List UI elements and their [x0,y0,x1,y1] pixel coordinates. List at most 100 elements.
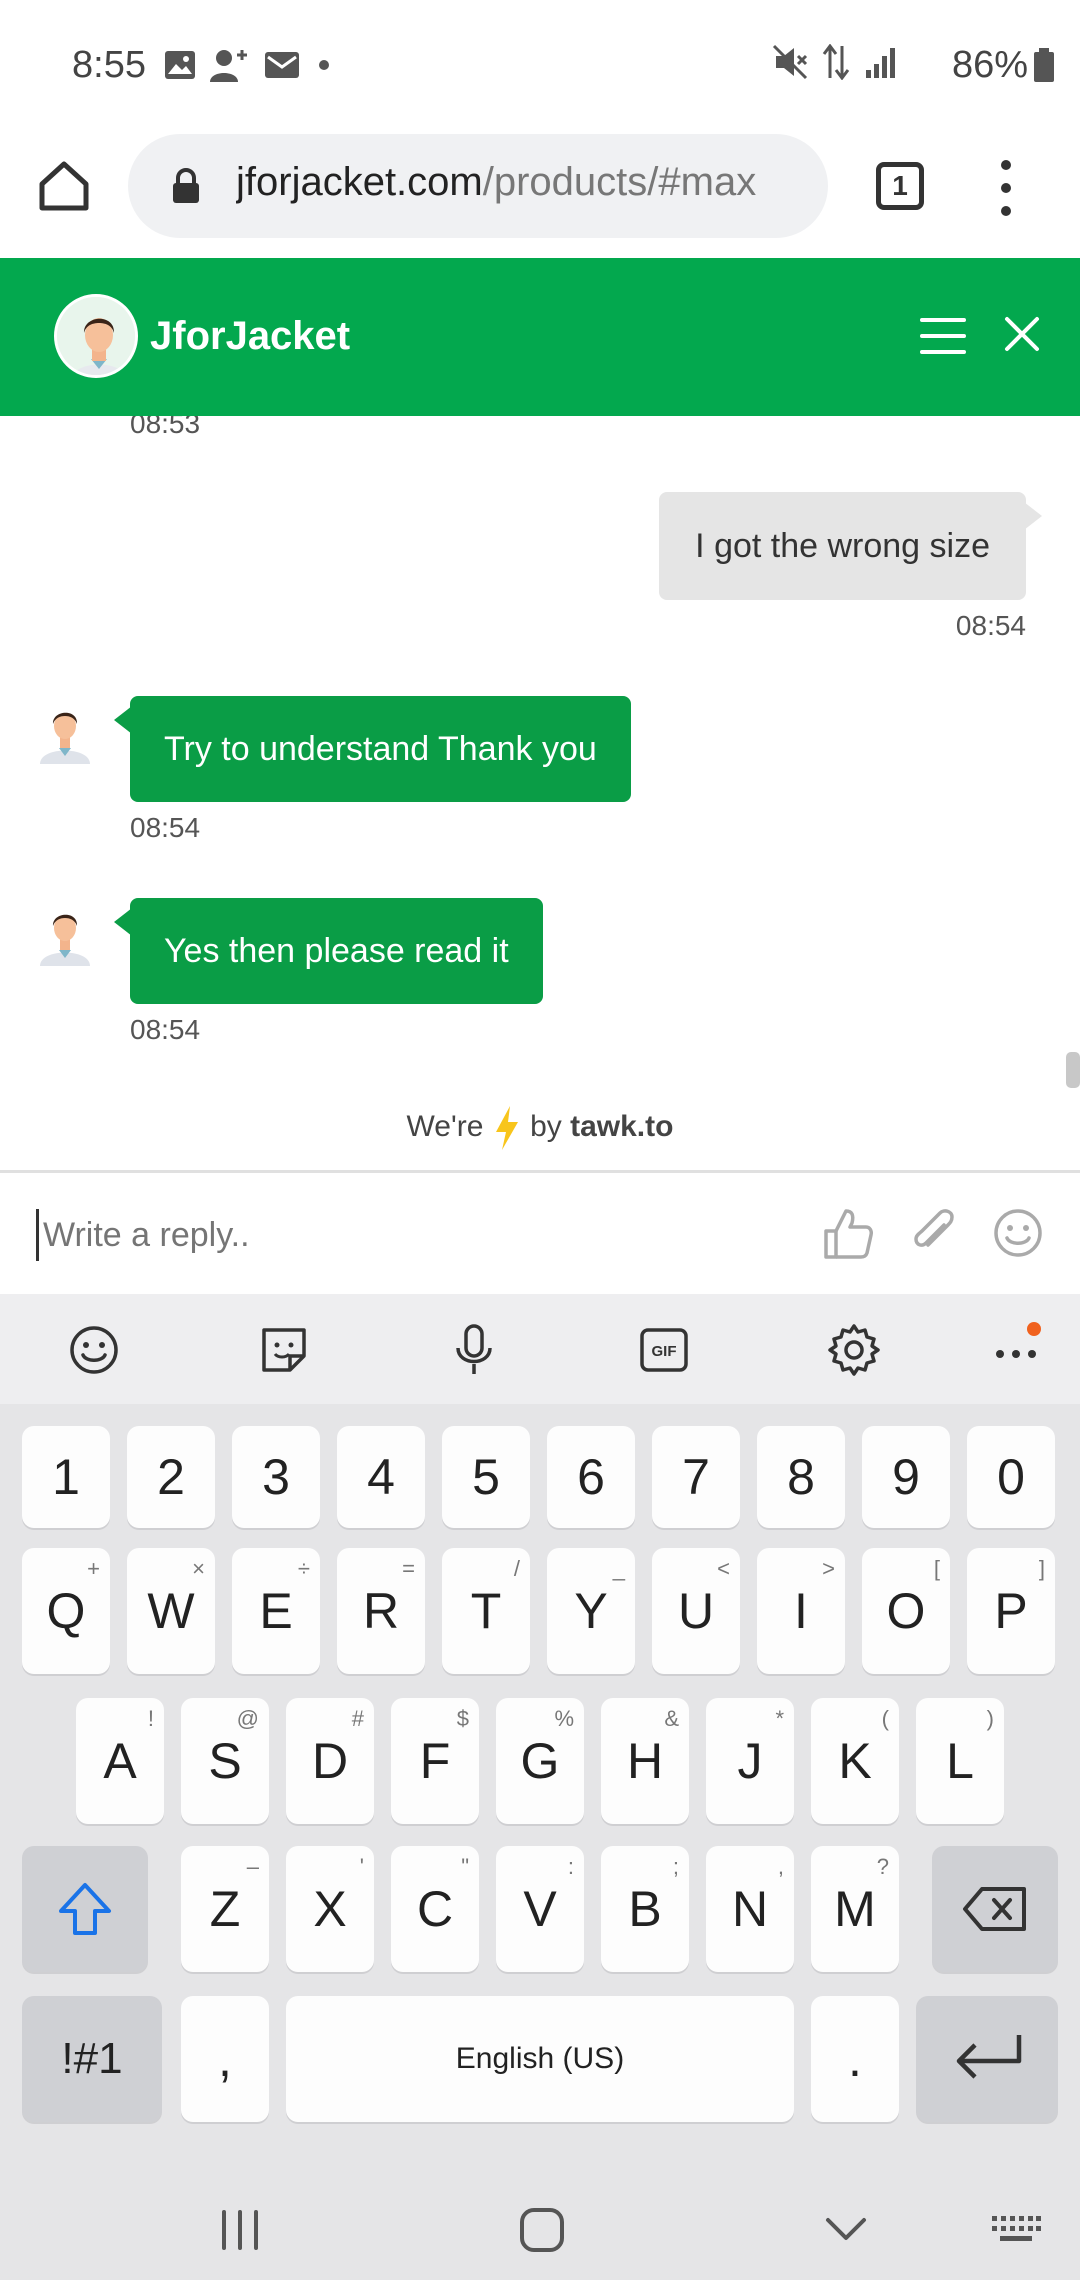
emoji-icon[interactable] [66,1322,122,1378]
key-8[interactable]: 8 [757,1426,845,1528]
reply-input[interactable] [36,1209,796,1261]
key-5[interactable]: 5 [442,1426,530,1528]
key-v[interactable]: V: [496,1846,584,1972]
comma-key[interactable]: , [181,1996,269,2122]
key-7[interactable]: 7 [652,1426,740,1528]
more-options-icon[interactable] [992,160,1020,216]
key-h[interactable]: H & [601,1698,689,1824]
add-contact-icon [210,50,247,82]
key-y[interactable]: Y _ [547,1548,635,1674]
key-l[interactable]: L) [916,1698,1004,1824]
status-system-icons [772,44,900,80]
key-2[interactable]: 2 [127,1426,215,1528]
lock-icon [173,168,199,203]
key-o[interactable]: O[ [862,1548,950,1674]
key-k[interactable]: K( [811,1698,899,1824]
key-0[interactable]: 0 [967,1426,1055,1528]
key-4[interactable]: 4 [337,1426,425,1528]
shift-key[interactable] [22,1846,148,1972]
key-w[interactable]: W × [127,1548,215,1674]
key-r[interactable]: R = [337,1548,425,1674]
gif-icon[interactable]: GIF [636,1322,692,1378]
key-e[interactable]: E ÷ [232,1548,320,1674]
lightning-icon [495,1106,518,1150]
agent-mini-avatar [40,914,90,966]
hamburger-menu-icon[interactable] [920,318,966,354]
powered-by-footer[interactable]: We're by tawk.to [0,1106,1080,1150]
key-j[interactable]: J * [706,1698,794,1824]
gallery-icon [165,51,195,79]
key-q[interactable]: Q + [22,1548,110,1674]
key-s[interactable]: S @ [181,1698,269,1824]
status-time: 8:55 [72,44,146,86]
key-b[interactable]: B; [601,1846,689,1972]
keyboard-toolbar: GIF [0,1294,1080,1404]
agent-mini-avatar [40,712,90,764]
key-a[interactable]: A! [76,1698,164,1824]
key-t[interactable]: T / [442,1548,530,1674]
message-timestamp: 08:53 [130,416,201,439]
key-d[interactable]: D # [286,1698,374,1824]
period-key[interactable]: . [811,1996,899,2122]
key-1[interactable]: 1 [22,1426,110,1528]
notification-dot [1027,1322,1041,1336]
url-domain: jforjacket.com [236,160,483,204]
key-c[interactable]: C " [391,1846,479,1972]
powered-prefix: We're [406,1109,484,1143]
chat-scrollbar[interactable] [1066,1052,1080,1088]
enter-key[interactable] [916,1996,1058,2122]
key-6[interactable]: 6 [547,1426,635,1528]
status-bar: 8:55 86% [0,0,1080,132]
key-g[interactable]: G% [496,1698,584,1824]
tab-switcher-button[interactable]: 1 [876,162,924,210]
keyboard-switch-icon[interactable] [990,2208,1042,2252]
recent-apps-icon[interactable] [216,2208,264,2252]
status-notification-icons [164,48,334,82]
symbols-key[interactable]: !#1 [22,1996,162,2122]
agent-name: JforJacket [150,314,351,358]
data-transfer-icon [822,44,850,80]
attachment-icon[interactable] [904,1205,960,1261]
space-key[interactable]: English (US) [286,1996,794,2122]
chevron-down-icon[interactable] [822,2208,870,2252]
key-u[interactable]: U < [652,1548,740,1674]
address-bar[interactable]: jforjacket.com/products/#max [128,134,828,238]
settings-gear-icon[interactable] [826,1322,882,1378]
key-m[interactable]: M? [811,1846,899,1972]
key-x[interactable]: X ' [286,1846,374,1972]
close-icon[interactable] [1002,314,1042,354]
key-n[interactable]: N, [706,1846,794,1972]
thumbs-up-icon[interactable] [820,1205,876,1261]
outgoing-message-bubble: I got the wrong size [659,492,1042,600]
url-path: /products/#max [482,160,757,204]
emoji-icon[interactable] [990,1205,1046,1261]
dot-icon [319,60,329,70]
key-z[interactable]: Z – [181,1846,269,1972]
chat-header: JforJacket [0,258,1080,416]
agent-avatar [54,294,138,378]
key-i[interactable]: I > [757,1548,845,1674]
url-text: jforjacket.com/products/#max [236,160,806,205]
message-timestamp: 08:54 [130,812,201,843]
message-timestamp: 08:54 [955,610,1026,641]
key-p[interactable]: P] [967,1548,1055,1674]
incoming-message-bubble: Yes then please read it [114,898,543,1004]
mute-icon [772,44,808,80]
enter-icon [956,2035,1022,2079]
battery-icon [1034,48,1054,82]
reply-bar [0,1170,1080,1294]
key-9[interactable]: 9 [862,1426,950,1528]
mail-icon [265,52,299,78]
chat-messages: 08:53 I got the wrong size 08:54 Try to … [0,416,1080,1170]
soft-keyboard: GIF 1 2 3 4 5 6 7 8 9 0 Q + W × E ÷ R = T / Y… [0,1294,1080,2200]
home-icon[interactable] [36,158,92,214]
signal-icon [866,48,895,78]
sticker-icon[interactable] [256,1322,312,1378]
key-3[interactable]: 3 [232,1426,320,1528]
microphone-icon[interactable] [446,1322,502,1378]
home-button-icon[interactable] [518,2208,566,2252]
system-nav-bar [0,2180,1080,2280]
key-f[interactable]: F $ [391,1698,479,1824]
backspace-key[interactable] [932,1846,1058,1972]
shift-arrow-icon [59,1883,111,1935]
